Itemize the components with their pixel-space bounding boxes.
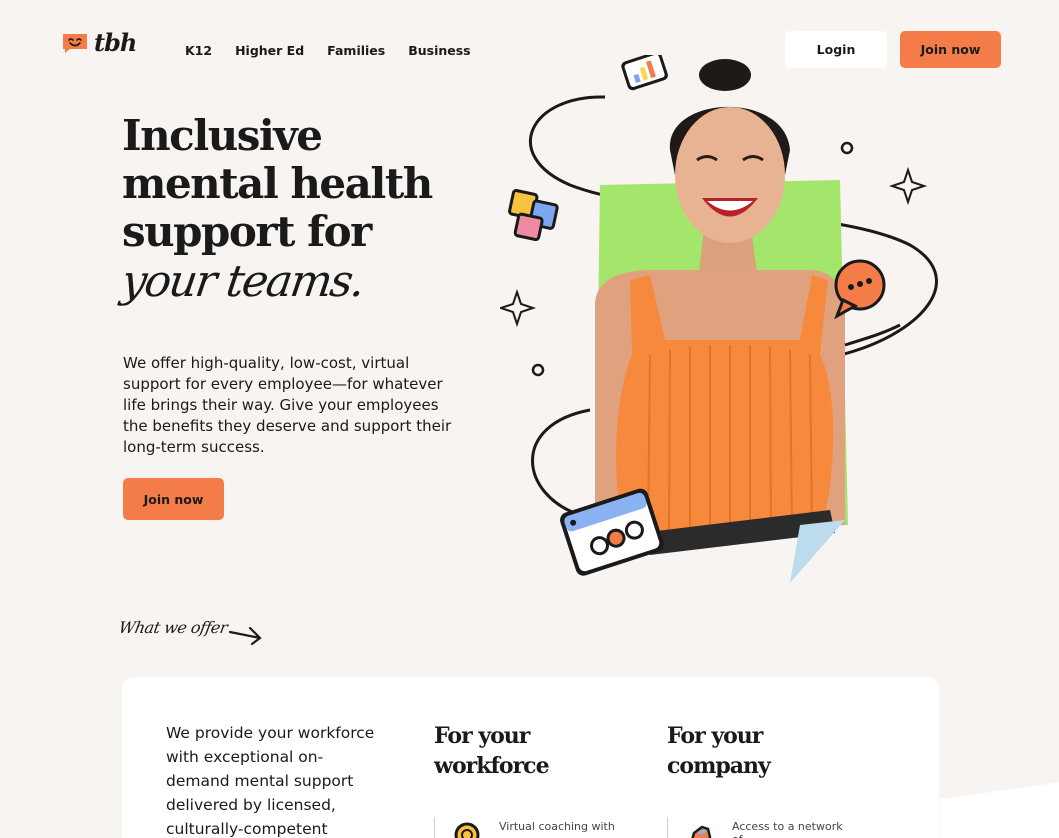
workforce-item: Virtual coaching with — [434, 817, 619, 838]
workforce-item-text: Virtual coaching with — [499, 820, 615, 833]
hero-title-line: mental health — [122, 159, 433, 208]
hero-title: Inclusive mental health support for — [122, 112, 482, 256]
nav-item-k12[interactable]: K12 — [185, 43, 212, 58]
company-item: Access to a network of — [667, 817, 852, 838]
hand-icon — [691, 825, 712, 838]
dot-decoration — [840, 141, 854, 155]
nav-item-higher-ed[interactable]: Higher Ed — [235, 43, 304, 58]
puzzle-icon — [508, 189, 559, 242]
company-title: For your company — [667, 723, 771, 779]
coin-icon — [454, 822, 480, 838]
hero-title-script: your teams. — [118, 256, 367, 307]
decorative-shape — [940, 780, 1059, 838]
hero-illustration — [500, 55, 938, 583]
offer-card: We provide your workforce with exception… — [122, 677, 939, 838]
logo-text: tbh — [94, 28, 137, 57]
hero-title-line: support for — [122, 207, 372, 256]
logo[interactable]: tbh — [61, 28, 137, 57]
browser-window-icon — [560, 488, 664, 576]
nav-item-business[interactable]: Business — [408, 43, 470, 58]
workforce-title: For your workforce — [434, 723, 550, 779]
orbit-line-lower — [531, 408, 591, 517]
smiley-chat-icon — [63, 33, 87, 53]
dot-decoration — [531, 363, 545, 377]
chat-bubble-icon — [834, 259, 886, 320]
company-item-text: Access to a network of — [732, 820, 843, 838]
chart-icon — [621, 55, 668, 91]
offer-intro: We provide your workforce with exception… — [166, 724, 375, 838]
hero-description: We offer high-quality, low-cost, virtual… — [123, 354, 452, 456]
main-nav: K12 Higher Ed Families Business — [185, 43, 494, 58]
section-label: What we offer — [117, 618, 229, 637]
hero-join-button[interactable]: Join now — [123, 478, 224, 520]
sparkle-icon — [500, 288, 537, 328]
hero-title-line: Inclusive — [122, 111, 323, 160]
sparkle-icon — [888, 166, 928, 206]
nav-item-families[interactable]: Families — [327, 43, 385, 58]
arrow-right-icon — [228, 626, 262, 646]
